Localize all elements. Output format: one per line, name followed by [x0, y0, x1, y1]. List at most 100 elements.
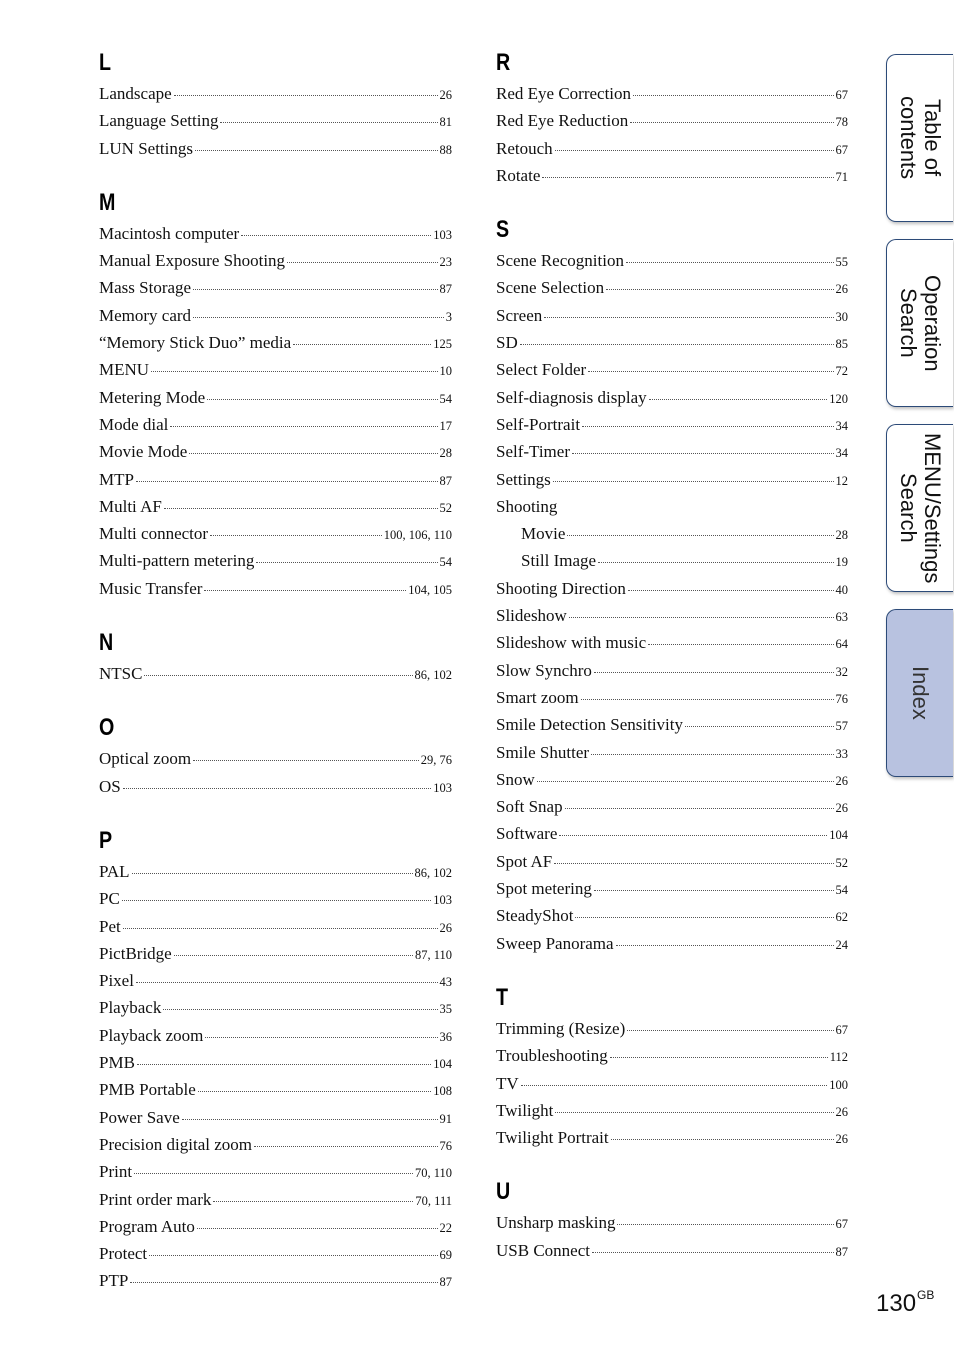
- entry-pages[interactable]: 10: [440, 358, 453, 385]
- index-entry[interactable]: Smile Detection Sensitivity 57: [496, 711, 848, 738]
- entry-pages[interactable]: 70, 111: [415, 1188, 452, 1215]
- entry-pages[interactable]: 54: [440, 549, 453, 576]
- entry-pages[interactable]: 26: [836, 1099, 849, 1126]
- index-entry[interactable]: Sweep Panorama 24: [496, 930, 848, 957]
- entry-pages[interactable]: 104: [433, 1051, 452, 1078]
- index-entry[interactable]: Red Eye Correction 67: [496, 80, 848, 107]
- entry-pages[interactable]: 120: [829, 386, 848, 413]
- tab-table-of-contents[interactable]: Table of contents: [886, 54, 953, 222]
- index-entry[interactable]: OS 103: [99, 773, 452, 800]
- index-entry[interactable]: Language Setting 81: [99, 107, 452, 134]
- entry-pages[interactable]: 87: [836, 1239, 849, 1266]
- index-entry[interactable]: Multi-pattern metering 54: [99, 547, 452, 574]
- index-entry[interactable]: Power Save 91: [99, 1104, 452, 1131]
- entry-pages[interactable]: 103: [433, 222, 452, 249]
- entry-pages[interactable]: 70, 110: [415, 1160, 452, 1187]
- entry-pages[interactable]: 36: [440, 1024, 453, 1051]
- index-entry[interactable]: Metering Mode 54: [99, 384, 452, 411]
- index-entry[interactable]: Screen 30: [496, 302, 848, 329]
- tab-index[interactable]: Index: [886, 609, 953, 777]
- entry-pages[interactable]: 104: [829, 822, 848, 849]
- index-entry[interactable]: Print order mark 70, 111: [99, 1186, 452, 1213]
- tab-operation-search[interactable]: Operation Search: [886, 239, 953, 407]
- entry-pages[interactable]: 30: [836, 304, 849, 331]
- index-entry[interactable]: TV 100: [496, 1070, 848, 1097]
- entry-pages[interactable]: 54: [836, 877, 849, 904]
- entry-pages[interactable]: 23: [440, 249, 453, 276]
- index-entry[interactable]: Protect 69: [99, 1240, 452, 1267]
- entry-pages[interactable]: 100, 106, 110: [384, 522, 452, 549]
- entry-pages[interactable]: 26: [440, 915, 453, 942]
- index-entry[interactable]: Rotate 71: [496, 162, 848, 189]
- index-entry[interactable]: PMB 104: [99, 1049, 452, 1076]
- index-entry[interactable]: Mass Storage 87: [99, 274, 452, 301]
- entry-pages[interactable]: 52: [440, 495, 453, 522]
- entry-pages[interactable]: 78: [836, 109, 849, 136]
- entry-pages[interactable]: 57: [836, 713, 849, 740]
- entry-pages[interactable]: 85: [836, 331, 849, 358]
- index-entry[interactable]: MTP 87: [99, 466, 452, 493]
- index-entry[interactable]: USB Connect 87: [496, 1237, 848, 1264]
- index-entry[interactable]: Settings 12: [496, 466, 848, 493]
- entry-pages[interactable]: 69: [440, 1242, 453, 1269]
- entry-pages[interactable]: 52: [836, 850, 849, 877]
- index-entry[interactable]: Self-diagnosis display 120: [496, 384, 848, 411]
- entry-pages[interactable]: 87: [440, 276, 453, 303]
- entry-pages[interactable]: 12: [836, 468, 849, 495]
- index-entry[interactable]: Twilight Portrait 26: [496, 1124, 848, 1151]
- entry-pages[interactable]: 54: [440, 386, 453, 413]
- index-subentry[interactable]: Movie 28: [496, 520, 848, 547]
- index-entry[interactable]: Print 70, 110: [99, 1158, 452, 1185]
- entry-pages[interactable]: 125: [433, 331, 452, 358]
- index-entry[interactable]: Multi AF 52: [99, 493, 452, 520]
- index-entry[interactable]: Landscape 26: [99, 80, 452, 107]
- entry-pages[interactable]: 3: [446, 304, 452, 331]
- entry-pages[interactable]: 34: [836, 413, 849, 440]
- entry-pages[interactable]: 88: [440, 137, 453, 164]
- entry-pages[interactable]: 64: [836, 631, 849, 658]
- entry-pages[interactable]: 26: [836, 1126, 849, 1153]
- index-entry[interactable]: Macintosh computer 103: [99, 220, 452, 247]
- index-entry[interactable]: Memory card 3: [99, 302, 452, 329]
- index-entry[interactable]: Trimming (Resize) 67: [496, 1015, 848, 1042]
- entry-pages[interactable]: 76: [836, 686, 849, 713]
- index-entry[interactable]: Twilight 26: [496, 1097, 848, 1124]
- index-entry[interactable]: PTP 87: [99, 1267, 452, 1294]
- entry-pages[interactable]: 32: [836, 659, 849, 686]
- index-entry[interactable]: LUN Settings 88: [99, 135, 452, 162]
- entry-pages[interactable]: 26: [836, 276, 849, 303]
- index-entry[interactable]: Spot AF 52: [496, 848, 848, 875]
- index-entry[interactable]: Self-Timer 34: [496, 438, 848, 465]
- entry-pages[interactable]: 104, 105: [408, 577, 452, 604]
- index-entry[interactable]: Scene Recognition 55: [496, 247, 848, 274]
- entry-pages[interactable]: 67: [836, 82, 849, 109]
- index-entry[interactable]: Smart zoom 76: [496, 684, 848, 711]
- entry-pages[interactable]: 108: [433, 1078, 452, 1105]
- index-entry[interactable]: SD 85: [496, 329, 848, 356]
- index-entry[interactable]: PAL 86, 102: [99, 858, 452, 885]
- index-entry[interactable]: Smile Shutter 33: [496, 739, 848, 766]
- entry-pages[interactable]: 67: [836, 1017, 849, 1044]
- entry-pages[interactable]: 24: [836, 932, 849, 959]
- index-entry[interactable]: Unsharp masking 67: [496, 1209, 848, 1236]
- entry-pages[interactable]: 76: [440, 1133, 453, 1160]
- index-entry[interactable]: Movie Mode 28: [99, 438, 452, 465]
- index-entry[interactable]: PC 103: [99, 885, 452, 912]
- index-entry[interactable]: Select Folder 72: [496, 356, 848, 383]
- entry-pages[interactable]: 87: [440, 1269, 453, 1296]
- index-entry[interactable]: Mode dial 17: [99, 411, 452, 438]
- index-entry[interactable]: Multi connector 100, 106, 110: [99, 520, 452, 547]
- entry-pages[interactable]: 67: [836, 137, 849, 164]
- index-entry[interactable]: Pet 26: [99, 913, 452, 940]
- index-entry[interactable]: Software 104: [496, 820, 848, 847]
- entry-pages[interactable]: 86, 102: [415, 662, 453, 689]
- entry-pages[interactable]: 71: [836, 164, 849, 191]
- index-entry[interactable]: PMB Portable 108: [99, 1076, 452, 1103]
- entry-pages[interactable]: 35: [440, 996, 453, 1023]
- entry-pages[interactable]: 87: [440, 468, 453, 495]
- index-entry[interactable]: Pixel 43: [99, 967, 452, 994]
- entry-pages[interactable]: 26: [836, 795, 849, 822]
- entry-pages[interactable]: 62: [836, 904, 849, 931]
- entry-pages[interactable]: 19: [836, 549, 849, 576]
- index-entry[interactable]: Optical zoom 29, 76: [99, 745, 452, 772]
